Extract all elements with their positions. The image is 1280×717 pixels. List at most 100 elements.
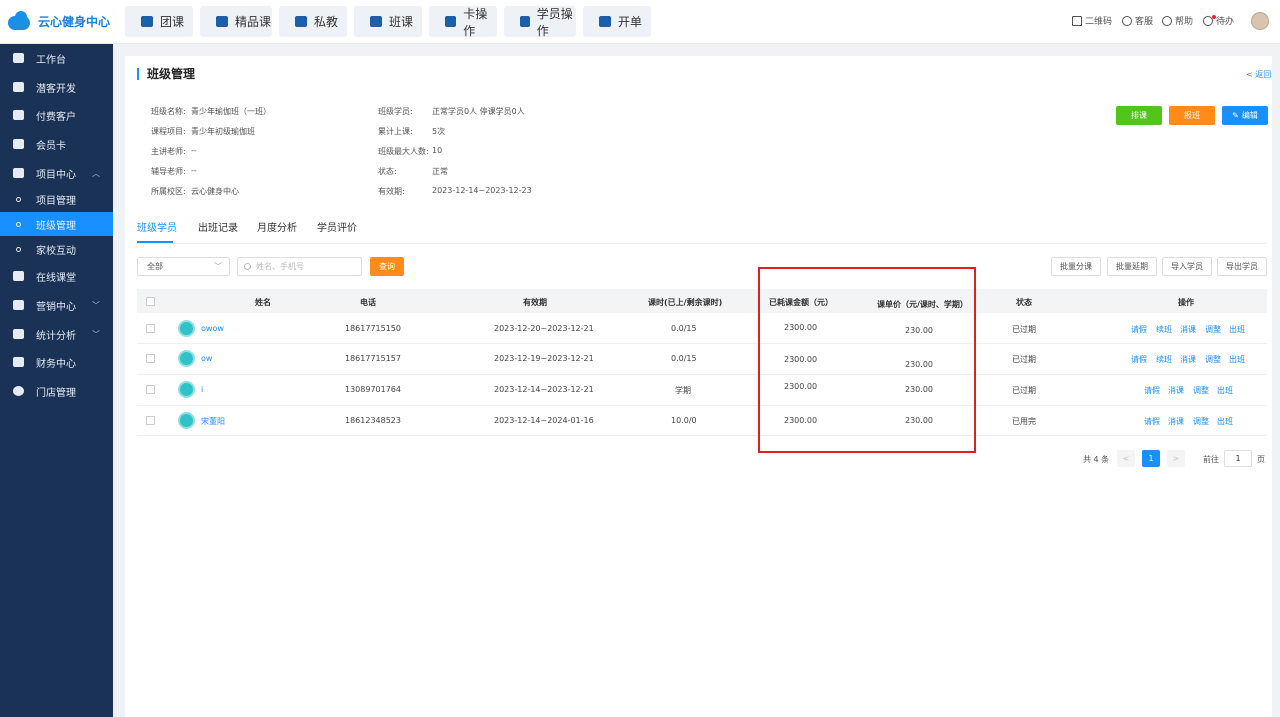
tab-student-reviews[interactable]: 学员评价 <box>317 219 357 234</box>
assistant-value: -- <box>191 166 197 175</box>
row-checkbox[interactable] <box>146 385 155 394</box>
leave-link[interactable]: 请假 <box>1131 324 1147 335</box>
exit-class-link[interactable]: 出班 <box>1229 354 1245 365</box>
schedule-button[interactable]: 排课 <box>1116 106 1162 125</box>
student-phone: 18617715150 <box>345 324 401 333</box>
monitor-icon <box>13 53 24 63</box>
sidebar-item-marketing[interactable]: 营销中心 ﹀ <box>0 293 113 317</box>
search-input[interactable]: 姓名、手机号 <box>237 257 362 276</box>
edit-button[interactable]: ✎ 编辑 <box>1222 106 1268 125</box>
sidebar-item-workbench[interactable]: 工作台 <box>0 46 113 70</box>
student-lessons: 10.0/0 <box>671 416 697 425</box>
adjust-link[interactable]: 调整 <box>1193 385 1209 396</box>
app-title: 云心健身中心 <box>38 14 111 29</box>
status-value: 正常 <box>432 167 448 176</box>
student-status: 已用完 <box>1012 417 1036 426</box>
batch-extend-button[interactable]: 批量延期 <box>1107 257 1157 276</box>
nav-premium-class[interactable]: 精品课 <box>200 6 272 37</box>
sidebar-item-class-management[interactable]: 班级管理 <box>0 212 113 236</box>
user-avatar[interactable] <box>1251 12 1269 30</box>
sidebar: 工作台 潜客开发 付费客户 会员卡 项目中心 ︿ 项目管理 班级管理 家校互动 在… <box>0 44 113 717</box>
leave-link[interactable]: 请假 <box>1144 416 1160 427</box>
user-edit-icon <box>520 16 530 27</box>
student-phone: 18617715157 <box>345 354 401 363</box>
status-select[interactable]: 全部 ﹀ <box>137 257 230 276</box>
sidebar-item-paid-customers[interactable]: 付费客户 <box>0 103 113 127</box>
course-value: 青少年初级瑜伽班 <box>191 127 255 136</box>
lessons-value: 5次 <box>432 127 446 136</box>
exit-class-link[interactable]: 出班 <box>1217 416 1233 427</box>
adjust-link[interactable]: 调整 <box>1205 324 1221 335</box>
consume-link[interactable]: 消课 <box>1168 416 1184 427</box>
students-label: 班级学员: <box>378 107 413 116</box>
nav-card-ops[interactable]: 卡操作 <box>429 6 497 38</box>
import-students-button[interactable]: 导入学员 <box>1162 257 1212 276</box>
tab-class-students[interactable]: 班级学员 <box>137 219 177 234</box>
sidebar-item-project-center[interactable]: 项目中心 ︿ <box>0 161 113 185</box>
student-status: 已过期 <box>1012 386 1036 395</box>
select-all-checkbox[interactable] <box>146 297 155 306</box>
order-icon <box>599 16 611 27</box>
student-name-link[interactable]: 宋董阳 <box>201 416 225 427</box>
sidebar-item-member-card[interactable]: 会员卡 <box>0 132 113 156</box>
chart-icon <box>13 329 24 339</box>
nav-private-coach[interactable]: 私教 <box>279 6 347 37</box>
leave-link[interactable]: 请假 <box>1131 354 1147 365</box>
pagination-prev-button[interactable]: < <box>1117 450 1135 467</box>
project-icon <box>13 168 24 178</box>
exit-class-link[interactable]: 出班 <box>1229 324 1245 335</box>
nav-class-course[interactable]: 班课 <box>354 6 422 37</box>
main-content: 班级管理 < 返回 班级名称: 青少年瑜伽班（一班） 课程项目: 青少年初级瑜伽… <box>125 56 1272 717</box>
notification-dot <box>1212 14 1216 19</box>
app-logo[interactable]: 云心健身中心 <box>8 11 110 31</box>
tag-icon <box>13 300 24 310</box>
nav-group-class[interactable]: 团课 <box>125 6 193 37</box>
sidebar-item-store[interactable]: 门店管理 <box>0 379 113 403</box>
sidebar-item-online-class[interactable]: 在线课堂 <box>0 264 113 288</box>
batch-class-button[interactable]: 批量分课 <box>1051 257 1101 276</box>
renew-link[interactable]: 续班 <box>1156 324 1172 335</box>
adjust-link[interactable]: 调整 <box>1193 416 1209 427</box>
renew-link[interactable]: 续班 <box>1156 354 1172 365</box>
pagination-page-1[interactable]: 1 <box>1142 450 1160 467</box>
adjust-link[interactable]: 调整 <box>1205 354 1221 365</box>
student-lessons: 0.0/15 <box>671 324 697 333</box>
todo-link[interactable]: 待办 <box>1203 14 1234 27</box>
sidebar-item-finance[interactable]: 财务中心 <box>0 350 113 374</box>
back-link[interactable]: < 返回 <box>1246 69 1271 80</box>
wallet-icon <box>13 357 24 367</box>
student-name-link[interactable]: owow <box>201 324 224 333</box>
query-button[interactable]: 查询 <box>370 257 404 276</box>
qrcode-link[interactable]: 二维码 <box>1072 14 1112 27</box>
pagination-next-button[interactable]: > <box>1167 450 1185 467</box>
chevron-down-icon: ﹀ <box>92 329 100 339</box>
sidebar-item-leads[interactable]: 潜客开发 <box>0 75 113 99</box>
enroll-button[interactable]: 报班 <box>1169 106 1215 125</box>
student-name-link[interactable]: i <box>201 385 203 394</box>
student-name-link[interactable]: ow <box>201 354 212 363</box>
consume-link[interactable]: 消课 <box>1180 354 1196 365</box>
row-checkbox[interactable] <box>146 416 155 425</box>
students-value: 正常学员0人 停课学员0人 <box>432 107 525 116</box>
student-avatar <box>178 412 195 429</box>
row-checkbox[interactable] <box>146 324 155 333</box>
tab-monthly-analysis[interactable]: 月度分析 <box>257 219 297 234</box>
tab-divider <box>137 243 1267 244</box>
exit-class-link[interactable]: 出班 <box>1217 385 1233 396</box>
export-students-button[interactable]: 导出学员 <box>1217 257 1267 276</box>
row-checkbox[interactable] <box>146 354 155 363</box>
consume-link[interactable]: 消课 <box>1180 324 1196 335</box>
pagination-page-input[interactable]: 1 <box>1224 450 1252 467</box>
leave-link[interactable]: 请假 <box>1144 385 1160 396</box>
nav-new-order[interactable]: 开单 <box>583 6 651 37</box>
help-link[interactable]: 帮助 <box>1162 14 1193 27</box>
tab-exit-records[interactable]: 出班记录 <box>198 219 238 234</box>
header-validity: 有效期 <box>523 298 547 307</box>
consume-link[interactable]: 消课 <box>1168 385 1184 396</box>
teacher-label: 主讲老师: <box>151 147 186 156</box>
nav-student-ops[interactable]: 学员操作 <box>504 6 576 38</box>
service-link[interactable]: 客服 <box>1122 14 1153 27</box>
sidebar-item-project-management[interactable]: 项目管理 <box>0 187 113 211</box>
sidebar-item-statistics[interactable]: 统计分析 ﹀ <box>0 322 113 346</box>
sidebar-item-home-school[interactable]: 家校互动 <box>0 237 113 261</box>
